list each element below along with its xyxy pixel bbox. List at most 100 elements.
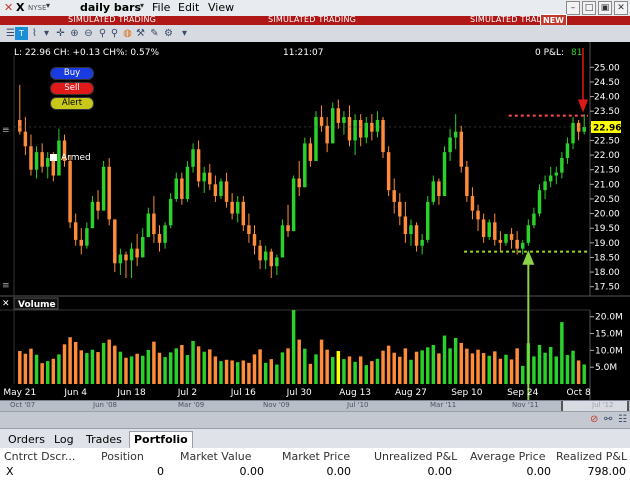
settings-icon[interactable]: ☷ <box>618 414 627 425</box>
volume-bar <box>57 354 61 384</box>
candle-body <box>196 149 201 182</box>
candle-body <box>465 166 469 197</box>
x-axis-label: Sep 10 <box>451 388 483 398</box>
link-icon[interactable]: ⚯ <box>604 414 612 425</box>
candle-body <box>224 181 229 202</box>
detach-icon[interactable]: ▣ <box>598 1 612 15</box>
volume-bar <box>236 362 240 384</box>
no-entry-icon[interactable]: ⊘ <box>590 414 598 425</box>
candle-body <box>286 225 290 232</box>
column-header[interactable]: Market Price <box>282 450 350 463</box>
zoom-in-icon[interactable]: ⊕ <box>68 27 81 40</box>
navigator-label: Nov '11 <box>512 401 539 409</box>
volume-label: Volume <box>18 300 56 310</box>
column-header[interactable]: Realized P&L <box>556 450 627 463</box>
candle-body <box>297 178 301 188</box>
volume-bar <box>196 346 201 384</box>
tab-log[interactable]: Log <box>50 432 78 448</box>
column-header[interactable]: Unrealized P&L <box>374 450 457 463</box>
candle-body <box>353 119 357 141</box>
candle-body <box>141 236 145 258</box>
price-chart[interactable]: 25.0024.5024.0023.5023.0022.5022.0021.50… <box>0 42 630 400</box>
candle-body <box>308 143 313 161</box>
symbol-label[interactable]: X <box>16 1 24 14</box>
chevron-down-icon[interactable]: ▾ <box>40 27 53 40</box>
volume-close-icon: ✕ <box>2 299 10 309</box>
buy-button[interactable]: Buy <box>50 67 94 80</box>
down-arrow-head <box>578 99 588 113</box>
chart-type-icon[interactable]: T <box>15 27 28 40</box>
maximize-icon[interactable]: □ <box>582 1 596 15</box>
tab-trades[interactable]: Trades <box>82 432 126 448</box>
zoom-out-icon[interactable]: ⊖ <box>82 27 95 40</box>
candle-body <box>163 225 167 243</box>
zoom-reset-icon[interactable]: ⚲ <box>108 27 121 40</box>
candle-body <box>23 131 28 147</box>
volume-bar <box>303 348 307 384</box>
menu-view[interactable]: View <box>208 1 234 14</box>
candle-body <box>336 108 341 123</box>
close-icon[interactable]: ✕ <box>614 1 628 15</box>
realized-pnl-cell: 798.00 <box>587 465 627 478</box>
menu-edit[interactable]: Edit <box>178 1 199 14</box>
candle-body <box>403 216 408 235</box>
candle-body <box>560 157 564 173</box>
price-tick-label: 18.00 <box>594 268 620 278</box>
candle-body <box>101 166 106 211</box>
volume-bar <box>308 363 313 384</box>
candle-body <box>180 178 184 199</box>
globe-icon[interactable]: ◍ <box>121 27 134 40</box>
bottom-tab-bar: Orders Log Trades Portfolio <box>0 428 630 449</box>
volume-bar <box>96 352 100 384</box>
chevron-down-icon[interactable]: ▾ <box>140 1 144 10</box>
alert-button[interactable]: Alert <box>50 97 94 110</box>
grip-icon: ≡ <box>2 126 10 136</box>
candle-body <box>146 213 151 237</box>
candle-body <box>252 234 257 246</box>
simulated-trading-label: SIMULATED TRADING <box>268 15 357 24</box>
volume-bar <box>247 362 251 384</box>
tab-orders[interactable]: Orders <box>4 432 49 448</box>
volume-bar <box>174 348 178 384</box>
draw-icon[interactable]: ⚙ <box>162 27 175 40</box>
chevron-down-icon[interactable]: ▾ <box>178 27 191 40</box>
candle-body <box>448 137 452 153</box>
volume-bar <box>29 348 33 384</box>
candle-body <box>420 239 424 246</box>
market-price-cell: 0.00 <box>326 465 352 478</box>
volume-bar <box>470 353 475 384</box>
column-header[interactable]: Average Price <box>470 450 546 463</box>
candle-body <box>498 239 503 243</box>
column-header[interactable]: Cntrct Dscr... <box>4 450 75 463</box>
volume-bar <box>375 358 380 384</box>
checkbox-icon[interactable] <box>50 154 57 161</box>
exchange-label[interactable]: NYSE <box>28 4 46 12</box>
volume-bar <box>141 355 145 384</box>
volume-bar <box>79 350 83 384</box>
bar-type-selector[interactable]: daily bars <box>80 1 141 14</box>
candle-body <box>342 117 346 123</box>
tools-icon[interactable]: ✎ <box>148 27 161 40</box>
chart-panel[interactable]: 25.0024.5024.0023.5023.0022.5022.0021.50… <box>0 42 630 400</box>
sell-button[interactable]: Sell <box>50 82 94 95</box>
chevron-down-icon[interactable]: ▾ <box>46 1 50 10</box>
volume-bar <box>258 349 262 384</box>
volume-bar <box>202 351 206 384</box>
minimize-icon[interactable]: – <box>566 1 580 15</box>
x-axis-label: Oct 8 <box>567 388 591 398</box>
candle-body <box>291 178 296 232</box>
candle-body <box>386 152 391 191</box>
navigator-window[interactable] <box>561 401 629 411</box>
column-header[interactable]: Market Value <box>180 450 252 463</box>
menu-file[interactable]: File <box>152 1 170 14</box>
tab-portfolio[interactable]: Portfolio <box>129 431 193 448</box>
candle-body <box>476 210 480 220</box>
candle-body <box>487 222 491 237</box>
x-axis-label: Aug 27 <box>395 388 427 398</box>
armed-checkbox[interactable]: Armed <box>50 153 91 163</box>
candle-body <box>107 166 111 220</box>
crosshair-icon[interactable]: ✛ <box>54 27 67 40</box>
column-header[interactable]: Position <box>101 450 144 463</box>
settings-icon[interactable]: ⚒ <box>134 27 147 40</box>
candle-body <box>358 119 363 138</box>
